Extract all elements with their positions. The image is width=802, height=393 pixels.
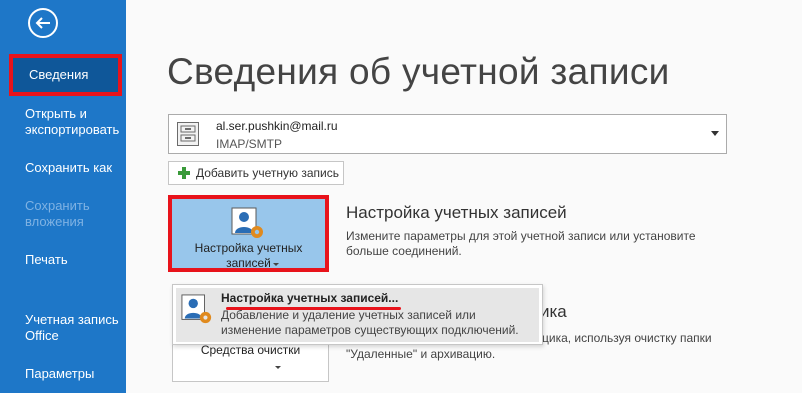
cleanup-tools-label: Средства очистки bbox=[200, 343, 301, 357]
menu-item-account-settings[interactable]: Настройка учетных записей... Добавление … bbox=[176, 288, 539, 342]
sidebar-item-options[interactable]: Параметры bbox=[0, 366, 126, 382]
account-selector[interactable]: al.ser.pushkin@mail.ru IMAP/SMTP bbox=[168, 114, 727, 154]
menu-item-title: Настройка учетных записей... bbox=[221, 291, 399, 305]
cleanup-heading: ика bbox=[540, 302, 567, 321]
sidebar-item-print[interactable]: Печать bbox=[0, 252, 126, 268]
mail-server-icon bbox=[177, 122, 199, 146]
sidebar-item-office-account[interactable]: Учетная запись Office bbox=[0, 312, 120, 344]
cleanup-description-line1: цика, используя очистку папки bbox=[542, 331, 712, 345]
account-email: al.ser.pushkin@mail.ru bbox=[216, 119, 338, 133]
chevron-down-icon bbox=[275, 366, 281, 369]
account-settings-tile-label: Настройка учетных записейx bbox=[194, 241, 303, 270]
sidebar-item-save-as[interactable]: Сохранить как bbox=[0, 160, 126, 176]
cleanup-description-line2: "Удаленные" и архивацию. bbox=[346, 347, 496, 361]
add-account-button[interactable]: Добавить учетную запись bbox=[168, 161, 344, 185]
plus-icon bbox=[178, 167, 190, 179]
add-account-label: Добавить учетную запись bbox=[196, 166, 339, 180]
sidebar-item-open-export[interactable]: Открыть и экспортировать bbox=[0, 106, 126, 138]
sidebar-item-save-attachments: Сохранить вложения bbox=[25, 198, 90, 229]
back-arrow-icon bbox=[35, 17, 50, 29]
back-button[interactable] bbox=[28, 8, 58, 38]
page-title: Сведения об учетной записи bbox=[167, 51, 670, 92]
chevron-down-icon[interactable] bbox=[711, 131, 719, 136]
backstage-sidebar: Сведения Открыть и экспортировать Сохран… bbox=[0, 0, 126, 393]
menu-item-description: Добавление и удаление учетных записей ил… bbox=[221, 308, 519, 337]
account-settings-dropdown: Настройка учетных записей... Добавление … bbox=[172, 284, 543, 345]
account-type: IMAP/SMTP bbox=[216, 137, 283, 151]
account-settings-icon bbox=[181, 294, 212, 324]
sidebar-item-info[interactable]: Сведения bbox=[9, 54, 122, 96]
account-settings-description: Измените параметры для этой учетной запи… bbox=[346, 229, 696, 258]
account-settings-heading: Настройка учетных записей bbox=[346, 203, 567, 222]
account-settings-icon bbox=[231, 207, 263, 238]
chevron-down-icon bbox=[273, 263, 279, 266]
account-settings-button[interactable]: Настройка учетных записейx bbox=[168, 195, 329, 272]
